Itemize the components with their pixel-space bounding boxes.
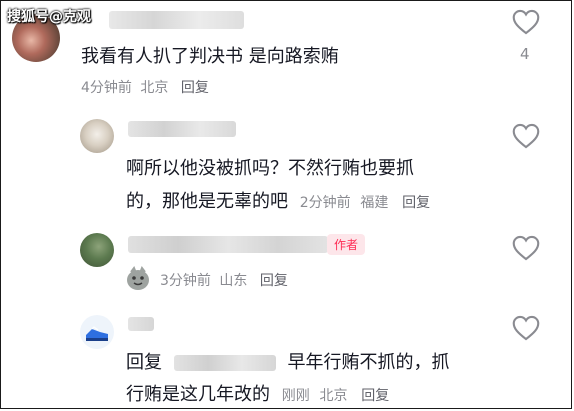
- reply-button[interactable]: 回复: [260, 273, 288, 289]
- username-blurred: [128, 317, 154, 331]
- comment-location: 北京: [140, 80, 169, 96]
- reply-button[interactable]: 回复: [181, 80, 209, 96]
- mentioned-user-blurred: [173, 355, 276, 371]
- comment-text-line2-content: 的，那他是无辜的吧: [126, 191, 288, 212]
- like-heart-icon[interactable]: [512, 9, 540, 35]
- reply-prefix: 回复: [126, 352, 162, 373]
- username-blurred: [128, 236, 328, 253]
- comment-location: 山东: [219, 273, 248, 289]
- comment-location: 福建: [360, 195, 389, 211]
- author-badge: 作者: [327, 234, 366, 255]
- avatar[interactable]: [80, 315, 114, 349]
- comment-panel: 搜狐号@克观 我看有人扒了判决书 是向路索贿 4分钟前 北京 回复 4 啊所以他…: [0, 0, 572, 409]
- watermark: 搜狐号@克观: [7, 9, 91, 25]
- comment-meta: 3分钟前 山东 回复: [160, 270, 288, 290]
- avatar[interactable]: [80, 119, 114, 153]
- avatar[interactable]: [80, 233, 114, 267]
- reply-button[interactable]: 回复: [402, 195, 430, 211]
- comment-time: 2分钟前: [299, 195, 351, 211]
- shoe-icon: [86, 326, 108, 341]
- username-blurred: [109, 11, 244, 29]
- comment-text-line1: 啊所以他没被抓吗？不然行贿也要抓: [126, 158, 414, 179]
- comment-text-line1-content: 早年行贿不抓的，抓: [287, 352, 450, 373]
- comment-text-line2: 的，那他是无辜的吧 2分钟前 福建 回复: [126, 187, 430, 213]
- like-heart-icon[interactable]: [512, 235, 540, 261]
- emoji-sticker-icon: [127, 265, 149, 290]
- comment-text: 我看有人扒了判决书 是向路索贿: [81, 46, 339, 67]
- comment-text-line2-content: 行贿是这几年改的: [126, 384, 270, 405]
- comment-text-line1: 回复 早年行贿不抓的，抓: [126, 348, 449, 374]
- comment-meta: 4分钟前 北京 回复: [81, 77, 209, 97]
- username-blurred: [128, 121, 236, 137]
- like-heart-icon[interactable]: [512, 315, 540, 341]
- comment-time: 3分钟前: [160, 273, 211, 289]
- reply-button[interactable]: 回复: [361, 388, 389, 404]
- like-count: 4: [520, 45, 530, 63]
- comment-time: 4分钟前: [81, 80, 132, 96]
- like-heart-icon[interactable]: [512, 123, 540, 149]
- comment-time: 刚刚: [281, 388, 310, 404]
- comment-text-line2: 行贿是这几年改的 刚刚 北京 回复: [126, 380, 389, 406]
- comment-location: 北京: [319, 388, 348, 404]
